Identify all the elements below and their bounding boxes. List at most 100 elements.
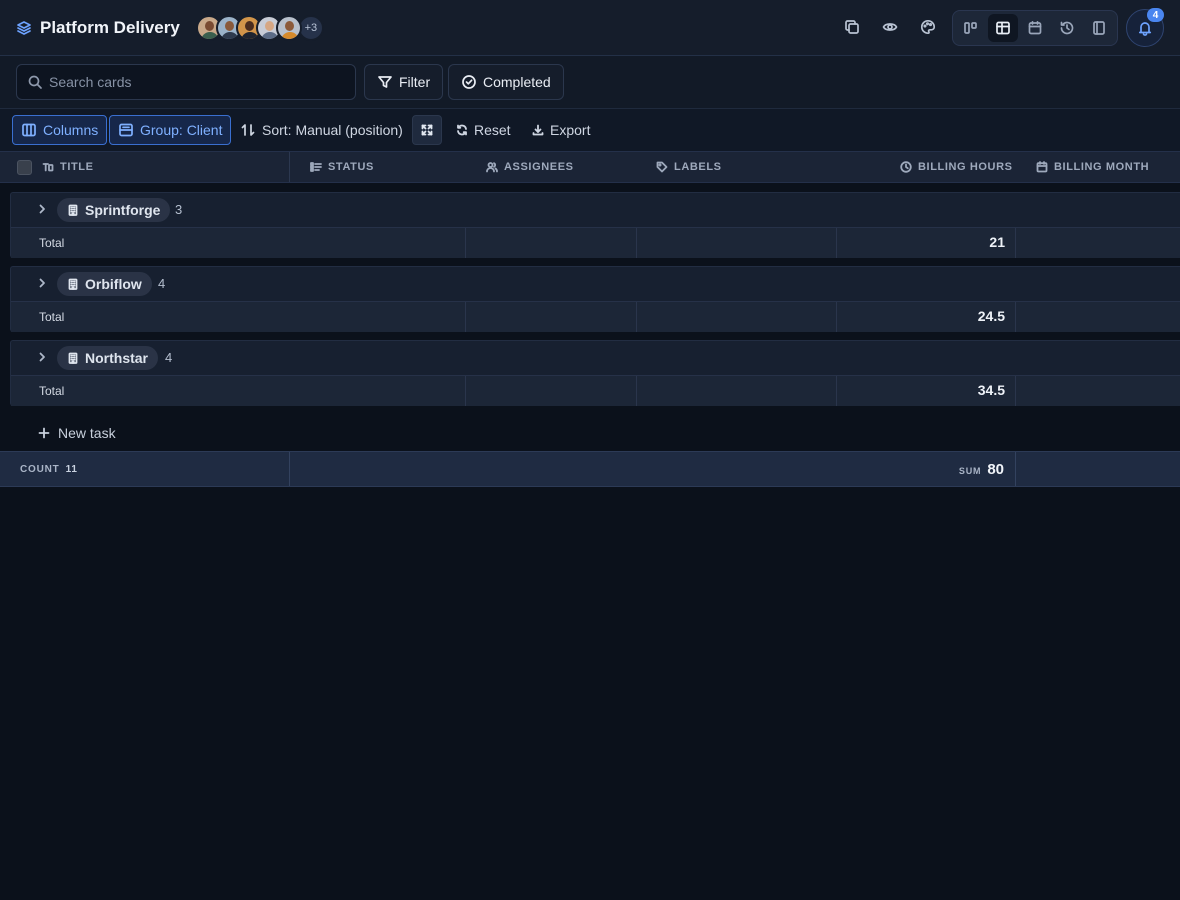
column-header-assignees[interactable]: ASSIGNEES [504,161,574,173]
copy-icon [844,19,860,35]
group-total-row: Total 34.5 [11,375,1180,406]
calendar-icon [1036,161,1048,173]
column-header-billing-month[interactable]: BILLING MONTH [1054,161,1149,173]
total-label: Total [39,384,65,398]
notification-count-badge: 4 [1147,8,1164,22]
check-circle-icon [461,74,477,90]
expand-icon [421,124,433,136]
group-count: 4 [158,276,166,291]
users-icon [486,161,498,173]
theme-button[interactable] [914,13,942,41]
group-icon [118,122,134,138]
export-label: Export [550,122,591,138]
app-title: Platform Delivery [40,17,180,37]
column-header-status[interactable]: STATUS [328,161,374,173]
document-icon [1091,20,1107,36]
export-button[interactable]: Export [524,115,598,145]
column-header-labels[interactable]: LABELS [674,161,722,173]
clock-icon [900,161,912,173]
layers-icon [16,20,32,36]
new-task-label: New task [58,425,116,441]
client-chip[interactable]: Orbiflow [57,272,152,296]
chevron-right-icon[interactable] [36,203,48,215]
building-icon [67,204,79,216]
group-orbiflow: Orbiflow 4 Total 24.5 [10,266,1180,332]
group-northstar: Northstar 4 Total 34.5 [10,340,1180,406]
building-icon [67,278,79,290]
reset-button[interactable]: Reset [448,115,519,145]
completed-toggle[interactable]: Completed [448,64,564,100]
total-billing-hours: 21 [989,234,1005,250]
count-label: COUNT [20,464,60,475]
client-name: Sprintforge [85,202,161,218]
column-header-title[interactable]: TITLE [60,161,94,173]
sum-label: SUM [958,466,982,476]
columns-icon [21,122,37,138]
group-count: 4 [165,350,173,365]
column-header-billing-hours[interactable]: BILLING HOURS [918,161,1013,173]
tag-icon [656,161,668,173]
refresh-icon [456,124,468,136]
copy-button[interactable] [838,13,866,41]
total-billing-hours: 34.5 [977,382,1005,398]
search-input[interactable] [49,74,339,90]
search-row: Filter Completed [0,56,1180,109]
group-header[interactable]: Sprintforge 3 [11,193,1180,227]
notifications-button[interactable]: 4 [1126,8,1164,47]
member-avatars[interactable]: +3 [195,14,324,41]
total-label: Total [39,236,65,250]
filter-button[interactable]: Filter [364,64,444,100]
client-chip[interactable]: Sprintforge [57,198,171,222]
calendar-icon [1027,20,1043,36]
top-bar: Platform Delivery +3 4 [0,0,1180,56]
sort-button[interactable]: Sort: Manual (position) [232,115,411,145]
sort-icon [240,122,256,138]
column-divider[interactable] [289,152,290,182]
status-icon [310,161,322,173]
view-switcher [952,10,1118,46]
columns-label: Columns [43,122,99,138]
watch-button[interactable] [876,13,904,41]
total-billing-hours: 24.5 [977,308,1005,324]
download-icon [532,124,544,136]
kanban-icon [963,20,979,36]
group-header[interactable]: Orbiflow 4 [11,267,1180,301]
client-chip[interactable]: Northstar [57,346,159,370]
new-task-button[interactable]: New task [38,422,116,444]
group-total-row: Total 24.5 [11,301,1180,332]
sort-label: Sort: Manual (position) [262,122,403,138]
expand-button[interactable] [412,115,442,145]
table-view-button[interactable] [988,14,1018,42]
select-all-checkbox[interactable] [17,159,32,175]
docs-view-button[interactable] [1084,14,1114,42]
row-count: COUNT 11 [20,464,78,475]
group-by-button[interactable]: Group: Client [109,115,232,145]
filter-label: Filter [399,74,431,90]
board-view-button[interactable] [956,14,986,42]
billing-hours-sum: SUM 80 [959,461,1004,478]
total-label: Total [39,310,65,324]
sum-value: 80 [987,461,1004,478]
table-icon [995,20,1011,36]
search-box[interactable] [16,64,356,100]
client-name: Northstar [85,350,149,366]
search-icon [27,74,43,90]
building-icon [67,352,79,364]
plus-icon [38,427,50,439]
calendar-view-button[interactable] [1020,14,1050,42]
history-icon [1059,20,1075,36]
history-view-button[interactable] [1052,14,1082,42]
group-total-row: Total 21 [11,227,1180,258]
group-header[interactable]: Northstar 4 [11,341,1180,375]
chevron-right-icon[interactable] [36,277,48,289]
completed-label: Completed [483,74,551,90]
reset-label: Reset [474,122,511,138]
table-toolbar: Columns Group: Client Sort: Manual (posi… [0,109,1180,151]
table-summary-row: COUNT 11 SUM 80 [0,451,1180,487]
columns-button[interactable]: Columns [12,115,108,145]
count-value: 11 [65,464,78,475]
avatar[interactable] [275,14,302,41]
chevron-right-icon[interactable] [36,351,48,363]
bell-icon [1137,20,1153,36]
group-count: 3 [175,202,183,217]
